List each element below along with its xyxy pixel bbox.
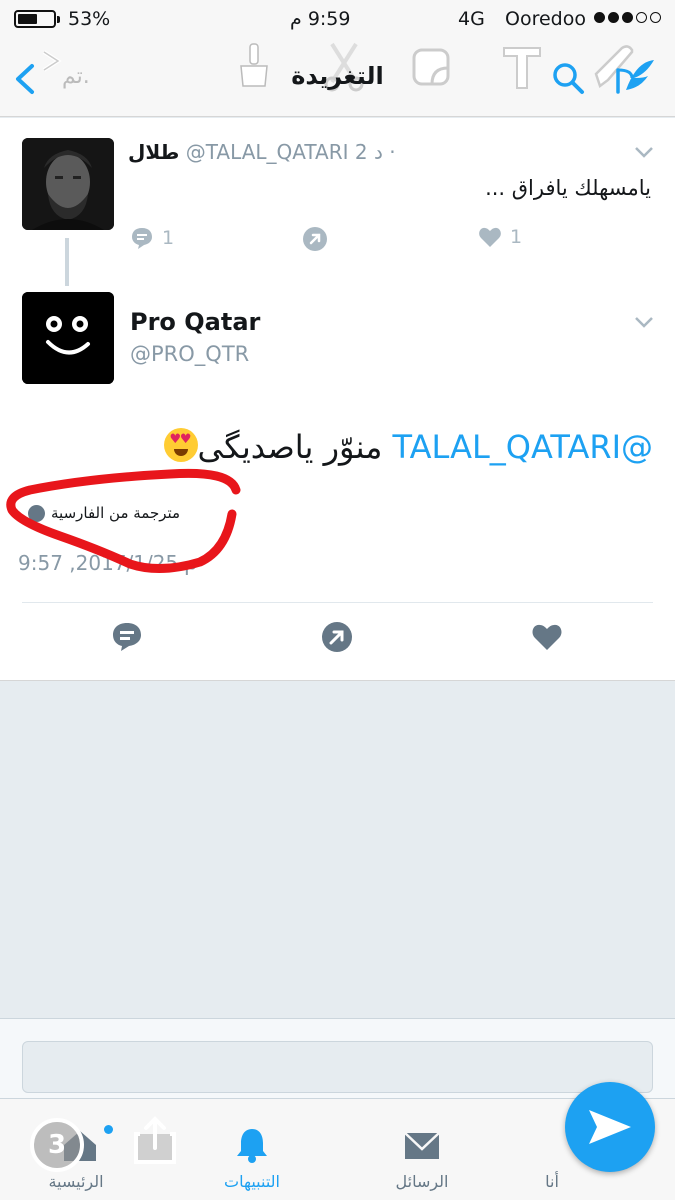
reply-icon: [132, 228, 152, 249]
heart-eyes-emoji-icon: [163, 428, 198, 462]
globe-icon: [28, 504, 45, 522]
tweet-detail-card: طلال @TALAL_QATARI 2 د · يامسهلك يافراق …: [0, 118, 675, 681]
tweet2-body: منوّر ياصديگی: [197, 428, 383, 466]
chevron-down-icon: [635, 147, 653, 158]
tweet1-share-button[interactable]: [302, 226, 328, 252]
tab-notifications-label: التنبيهات: [224, 1172, 280, 1191]
tweet1-header: طلال @TALAL_QATARI 2 د ·: [128, 140, 396, 164]
tweet1-reply-button[interactable]: 1: [130, 226, 174, 250]
share-arrow-icon[interactable]: [320, 620, 354, 654]
tweet2-handle[interactable]: @PRO_QTR: [130, 342, 249, 366]
nav-bar: تم. التغريدة: [0, 40, 675, 117]
tweet1-actions: 1 1: [128, 226, 648, 256]
reply-input[interactable]: [22, 1041, 653, 1093]
tab-me-label: أنا: [545, 1172, 559, 1191]
status-bar: 53% 9:59 م 4G Ooredoo: [0, 0, 675, 40]
heart-icon: [479, 227, 501, 247]
translated-label: مترجمة من الفارسية: [51, 504, 181, 522]
carrier-name: Ooredoo: [505, 8, 586, 30]
battery-icon: [14, 10, 60, 28]
tweet1-menu-caret[interactable]: [634, 146, 654, 158]
tweet1-author-name[interactable]: طلال: [128, 140, 179, 164]
tab-home-label: الرئيسية: [48, 1172, 104, 1191]
thread-line: [65, 238, 69, 286]
avatar[interactable]: [22, 138, 114, 230]
smiley-avatar: [22, 292, 114, 384]
bell-icon: [237, 1129, 267, 1163]
reply-bar: [0, 1018, 675, 1098]
tweet2-timestamp: 9:57 ,2017/1/25 م: [18, 551, 197, 575]
tweet2-text: @TALAL_QATARI منوّر ياصديگی: [156, 428, 653, 466]
divider: [22, 602, 653, 603]
send-button[interactable]: [565, 1082, 655, 1172]
share-arrow-icon: [303, 227, 327, 251]
tweet2-menu-caret[interactable]: [634, 316, 654, 328]
tweet1-like-count: 1: [510, 226, 523, 248]
share-icon[interactable]: [132, 1116, 178, 1166]
search-icon[interactable]: [548, 58, 588, 98]
compose-tweet-icon[interactable]: [610, 56, 658, 96]
avatar-photo: [22, 138, 114, 230]
timer-overlay[interactable]: 3: [30, 1118, 84, 1172]
tweet2-actions: [0, 620, 675, 664]
signal-icon: [594, 12, 661, 23]
heart-icon[interactable]: [530, 620, 564, 654]
send-arrow-icon: [589, 1110, 631, 1144]
tweet1-reply-count: 1: [162, 227, 175, 249]
reply-icon[interactable]: [110, 620, 144, 654]
tab-messages-label: الرسائل: [395, 1172, 449, 1191]
chevron-down-icon: [635, 317, 653, 328]
translated-from-persian-link[interactable]: مترجمة من الفارسية: [28, 504, 180, 522]
tweet1-like-button[interactable]: 1: [478, 226, 522, 248]
tweet1-handle[interactable]: @TALAL_QATARI: [186, 140, 349, 164]
clock: 9:59 م: [290, 8, 351, 30]
tweet2-author-name[interactable]: Pro Qatar: [130, 308, 260, 336]
tweet2-mention[interactable]: @TALAL_QATARI: [393, 428, 653, 466]
tweet1-text: يامسهلك يافراق ...: [485, 176, 651, 200]
envelope-icon: [404, 1132, 440, 1159]
unread-dot: [104, 1125, 113, 1134]
tweet1-time: 2 د ·: [354, 140, 396, 164]
tab-messages[interactable]: الرسائل: [338, 1099, 506, 1200]
tab-notifications[interactable]: التنبيهات: [168, 1099, 336, 1200]
network-type: 4G: [458, 8, 485, 30]
avatar[interactable]: [22, 292, 114, 384]
battery-percent: 53%: [68, 8, 111, 30]
